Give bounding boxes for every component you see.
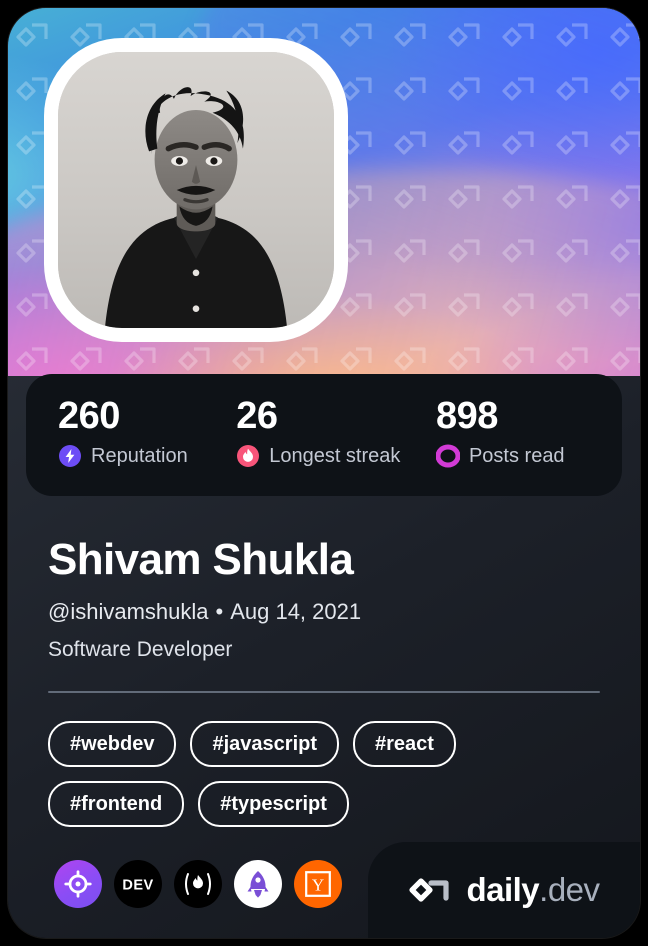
social-links: DEV Y <box>54 860 342 908</box>
stat-label: Longest streak <box>269 445 401 467</box>
daily-dev-brand-badge: daily.dev <box>368 842 640 938</box>
brand-name-suffix: .dev <box>539 871 600 908</box>
stat-value: 898 <box>435 395 498 437</box>
brand-name-main: daily <box>466 871 540 908</box>
daily-dev-logo-icon <box>408 873 454 907</box>
stat-label: Posts read <box>468 445 565 467</box>
profile-meta: @ishivamshukla • Aug 14, 2021 <box>48 598 600 626</box>
svg-text:Y: Y <box>312 876 324 895</box>
profile-role: Software Developer <box>48 638 233 661</box>
roadmap-icon[interactable] <box>54 860 102 908</box>
ycombinator-icon[interactable]: Y <box>294 860 342 908</box>
stat-reputation: 260 Reputation <box>58 394 236 468</box>
producthunt-icon[interactable] <box>234 860 282 908</box>
svg-text:DEV: DEV <box>122 877 153 893</box>
meta-separator: • <box>215 599 224 624</box>
devcard: 260 Reputation 26 Longest streak 898 Pos… <box>8 8 640 938</box>
stat-posts-read: 898 Posts read <box>435 394 622 468</box>
profile-joined-date: Aug 14, 2021 <box>230 599 362 624</box>
profile-handle: @ishivamshukla <box>48 599 209 624</box>
bolt-icon <box>58 444 82 468</box>
hashnode-icon[interactable] <box>174 860 222 908</box>
user-photo-icon <box>58 52 334 328</box>
flame-icon <box>236 444 260 468</box>
stat-value: 260 <box>58 395 120 437</box>
stats-bar: 260 Reputation 26 Longest streak 898 Pos… <box>26 374 622 496</box>
brand-name: daily.dev <box>466 871 600 908</box>
tag-chip[interactable]: #typescript <box>198 781 349 827</box>
avatar-photo <box>58 52 334 328</box>
cover-fade <box>8 342 640 376</box>
dev-to-icon[interactable]: DEV <box>114 860 162 908</box>
profile-name: Shivam Shukla <box>48 535 354 584</box>
tag-chip[interactable]: #react <box>353 721 456 767</box>
ring-icon <box>435 444 460 468</box>
tag-list: #webdev #javascript #react #frontend #ty… <box>48 721 578 827</box>
stat-longest-streak: 26 Longest streak <box>236 394 436 468</box>
tag-chip[interactable]: #webdev <box>48 721 177 767</box>
stat-value: 26 <box>236 395 278 437</box>
tag-chip[interactable]: #frontend <box>48 781 185 827</box>
tag-chip[interactable]: #javascript <box>190 721 339 767</box>
avatar <box>44 38 348 342</box>
profile-body: Shivam Shukla @ishivamshukla • Aug 14, 202… <box>8 496 640 827</box>
section-divider <box>48 691 600 693</box>
stat-label: Reputation <box>91 445 188 467</box>
